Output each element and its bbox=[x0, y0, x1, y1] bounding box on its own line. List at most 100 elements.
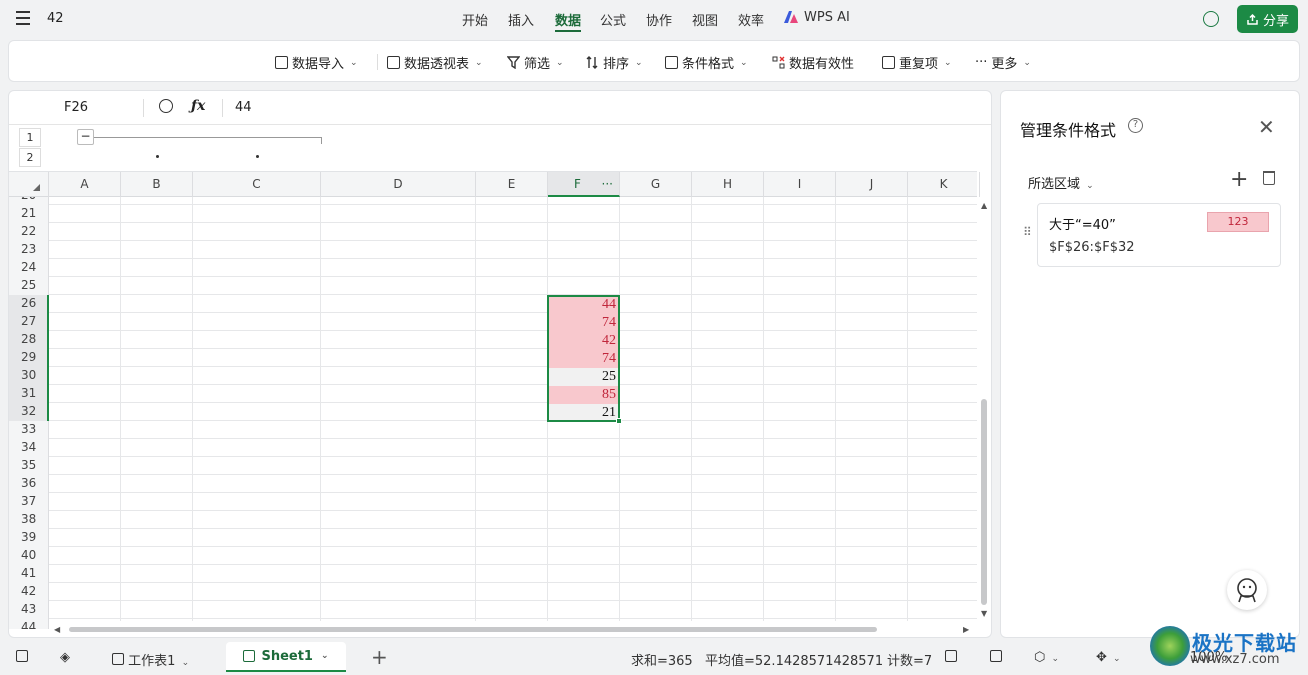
data-import-button[interactable]: 数据导入 ⌄ bbox=[275, 53, 358, 72]
sort-button[interactable]: 排序 ⌄ bbox=[586, 53, 643, 72]
tab-wps-ai[interactable]: WPS AI bbox=[804, 10, 850, 25]
duplicates-button[interactable]: 重复项 ⌄ bbox=[882, 53, 952, 72]
column-header-a[interactable]: A bbox=[49, 172, 121, 197]
row-header-20[interactable]: 20 bbox=[9, 197, 49, 205]
row-header-36[interactable]: 36 bbox=[9, 475, 49, 493]
row-header-34[interactable]: 34 bbox=[9, 439, 49, 457]
fill-handle[interactable] bbox=[616, 418, 622, 424]
row-header-29[interactable]: 29 bbox=[9, 349, 49, 367]
tab-efficiency[interactable]: 效率 bbox=[738, 10, 764, 29]
column-header-k[interactable]: K bbox=[908, 172, 980, 197]
column-header-c[interactable]: C bbox=[193, 172, 321, 197]
column-header-d[interactable]: D bbox=[321, 172, 476, 197]
outline-level-2[interactable]: 2 bbox=[19, 148, 41, 167]
zoom-out-icon[interactable] bbox=[159, 99, 173, 113]
name-box[interactable]: F26 bbox=[64, 100, 88, 115]
outline-level-1[interactable]: 1 bbox=[19, 128, 41, 147]
cloud-sync-icon[interactable] bbox=[1203, 11, 1219, 27]
horizontal-scroll-thumb[interactable] bbox=[69, 627, 877, 632]
scroll-right-icon[interactable]: ▶ bbox=[963, 625, 969, 634]
rule-card[interactable]: 大于“=40” $F$26:$F$32 123 bbox=[1037, 203, 1281, 267]
formula-input[interactable]: 44 bbox=[235, 100, 252, 115]
cell-f30[interactable]: 25 bbox=[548, 368, 619, 386]
outline-collapse-button[interactable]: − bbox=[77, 129, 94, 145]
sum-readout[interactable]: 求和=365 bbox=[631, 650, 693, 669]
cell-grid[interactable]: 2021222324252627282930313233343536373839… bbox=[9, 197, 977, 629]
row-header-31[interactable]: 31 bbox=[9, 385, 49, 403]
row-header-21[interactable]: 21 bbox=[9, 205, 49, 223]
assistant-icon[interactable] bbox=[1227, 570, 1267, 610]
column-header-i[interactable]: I bbox=[764, 172, 836, 197]
document-title[interactable]: 42 bbox=[47, 11, 64, 26]
add-sheet-icon[interactable]: + bbox=[371, 645, 388, 669]
scope-dropdown[interactable]: 所选区域 ⌄ bbox=[1028, 173, 1094, 192]
row-header-44[interactable]: 44 bbox=[9, 619, 49, 629]
column-header-e[interactable]: E bbox=[476, 172, 548, 197]
row-header-38[interactable]: 38 bbox=[9, 511, 49, 529]
check-icon[interactable] bbox=[990, 650, 1002, 666]
freeze-icon[interactable]: ✥ ⌄ bbox=[1096, 650, 1121, 665]
row-header-23[interactable]: 23 bbox=[9, 241, 49, 259]
tab-formula[interactable]: 公式 bbox=[600, 10, 626, 29]
help-icon[interactable]: ? bbox=[1128, 118, 1143, 133]
sidebar-toggle-icon[interactable] bbox=[16, 650, 28, 666]
row-header-28[interactable]: 28 bbox=[9, 331, 49, 349]
sheet-tab-active[interactable]: Sheet1 ⌄ bbox=[226, 642, 346, 672]
more-button[interactable]: ··· 更多 ⌄ bbox=[975, 53, 1031, 72]
layers-icon[interactable]: ◈ bbox=[60, 650, 70, 665]
cell-f32[interactable]: 21 bbox=[548, 404, 619, 422]
row-header-30[interactable]: 30 bbox=[9, 367, 49, 385]
horizontal-scrollbar[interactable]: ◀ ▶ bbox=[49, 621, 977, 637]
column-header-f[interactable]: F ··· bbox=[548, 172, 620, 197]
tab-insert[interactable]: 插入 bbox=[508, 10, 534, 29]
vertical-scroll-thumb[interactable] bbox=[981, 399, 987, 605]
row-header-27[interactable]: 27 bbox=[9, 313, 49, 331]
tab-start[interactable]: 开始 bbox=[462, 10, 488, 29]
cell-f29[interactable]: 74 bbox=[548, 350, 619, 368]
close-icon[interactable]: ✕ bbox=[1258, 115, 1275, 139]
count-readout[interactable]: 计数=7 bbox=[887, 650, 932, 669]
pivot-table-button[interactable]: 数据透视表 ⌄ bbox=[387, 53, 483, 72]
scroll-down-icon[interactable]: ▼ bbox=[981, 609, 987, 618]
scroll-up-icon[interactable]: ▲ bbox=[981, 201, 987, 210]
row-header-22[interactable]: 22 bbox=[9, 223, 49, 241]
cell-f31[interactable]: 85 bbox=[548, 386, 619, 404]
row-header-26[interactable]: 26 bbox=[9, 295, 49, 313]
column-header-h[interactable]: H bbox=[692, 172, 764, 197]
average-readout[interactable]: 平均值=52.1428571428571 bbox=[705, 650, 883, 669]
share-button[interactable]: 分享 bbox=[1237, 5, 1298, 33]
cell-f27[interactable]: 74 bbox=[548, 314, 619, 332]
hamburger-menu-icon[interactable] bbox=[16, 11, 30, 25]
row-header-33[interactable]: 33 bbox=[9, 421, 49, 439]
tab-data[interactable]: 数据 bbox=[555, 10, 581, 29]
row-header-43[interactable]: 43 bbox=[9, 601, 49, 619]
vertical-scrollbar[interactable]: ▲ ▼ bbox=[977, 197, 991, 621]
stats-settings-icon[interactable] bbox=[945, 650, 957, 666]
row-header-41[interactable]: 41 bbox=[9, 565, 49, 583]
row-header-25[interactable]: 25 bbox=[9, 277, 49, 295]
row-header-35[interactable]: 35 bbox=[9, 457, 49, 475]
cell-f28[interactable]: 42 bbox=[548, 332, 619, 350]
column-more-icon[interactable]: ··· bbox=[602, 172, 613, 197]
column-header-g[interactable]: G bbox=[620, 172, 692, 197]
filter-button[interactable]: 筛选 ⌄ bbox=[507, 53, 564, 72]
row-header-37[interactable]: 37 bbox=[9, 493, 49, 511]
data-validation-button[interactable]: 数据有效性 bbox=[772, 53, 854, 72]
rule-format-preview[interactable]: 123 bbox=[1207, 212, 1269, 232]
select-all-corner[interactable] bbox=[9, 172, 49, 197]
row-header-24[interactable]: 24 bbox=[9, 259, 49, 277]
scroll-left-icon[interactable]: ◀ bbox=[54, 625, 60, 634]
add-rule-icon[interactable]: + bbox=[1230, 167, 1248, 192]
row-header-32[interactable]: 32 bbox=[9, 403, 49, 421]
cell-f26[interactable]: 44 bbox=[548, 296, 619, 314]
row-header-42[interactable]: 42 bbox=[9, 583, 49, 601]
row-header-39[interactable]: 39 bbox=[9, 529, 49, 547]
function-icon[interactable]: ƒx bbox=[191, 98, 205, 114]
row-header-40[interactable]: 40 bbox=[9, 547, 49, 565]
column-header-b[interactable]: B bbox=[121, 172, 193, 197]
tab-collaborate[interactable]: 协作 bbox=[646, 10, 672, 29]
sheet-tab-1[interactable]: 工作表1 ⌄ bbox=[112, 650, 189, 669]
conditional-format-button[interactable]: 条件格式 ⌄ bbox=[665, 53, 748, 72]
drag-handle-icon[interactable]: ⠿ bbox=[1023, 226, 1032, 238]
delete-icon[interactable] bbox=[1263, 171, 1275, 185]
